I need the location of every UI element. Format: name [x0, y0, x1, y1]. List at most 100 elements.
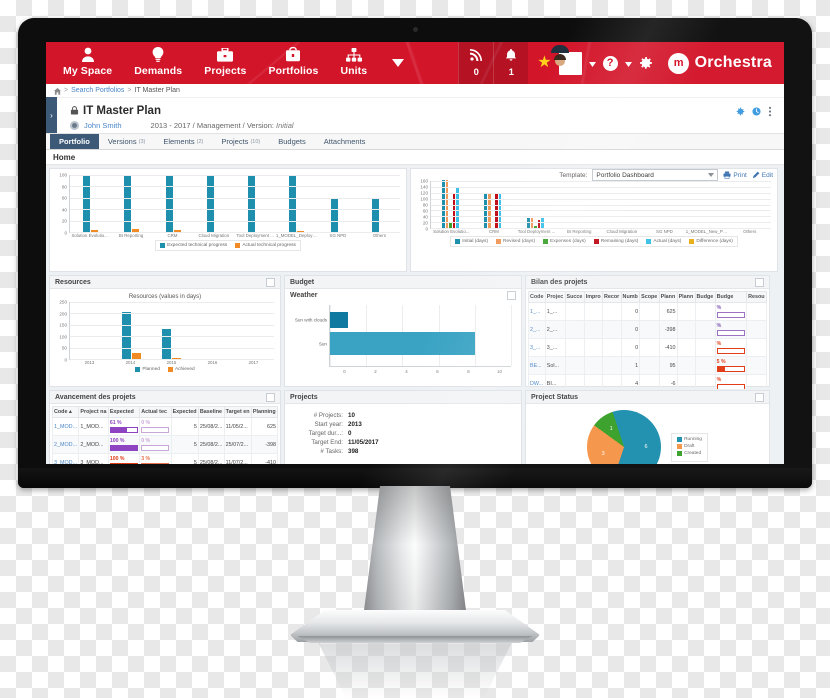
- column-header[interactable]: Plann: [676, 291, 696, 303]
- edit-button[interactable]: Edit: [752, 171, 773, 179]
- column-header[interactable]: Budge: [694, 291, 716, 303]
- column-header[interactable]: Code ▴: [51, 406, 80, 418]
- column-header[interactable]: Resou: [746, 291, 767, 303]
- alerts-counter[interactable]: 1: [493, 42, 529, 84]
- more-vert-icon[interactable]: [768, 106, 772, 117]
- sidebar-toggle[interactable]: ›: [46, 97, 57, 133]
- panel-title: Project Status: [531, 393, 579, 401]
- nav-item-demands[interactable]: Demands: [123, 42, 193, 77]
- column-header[interactable]: Expected: [107, 406, 141, 418]
- cell-plann2: [676, 356, 696, 375]
- legend-item[interactable]: Expenses (days): [543, 239, 586, 244]
- column-header[interactable]: Project na: [78, 406, 109, 418]
- minimize-icon[interactable]: [266, 392, 275, 402]
- tab-versions[interactable]: Versions (3): [99, 134, 155, 149]
- column-header[interactable]: Target en: [223, 406, 252, 418]
- legend-item[interactable]: Expected technical progress: [160, 243, 227, 248]
- help-menu-caret-icon[interactable]: [624, 54, 632, 72]
- legend-item[interactable]: Created: [677, 450, 702, 456]
- brand-logo[interactable]: m Orchestra: [662, 42, 784, 84]
- panel-header-status: Project Status: [526, 391, 769, 404]
- gear-icon[interactable]: [736, 107, 745, 116]
- print-button[interactable]: Print: [723, 171, 747, 179]
- table-row[interactable]: DW... BI... 4 -6%: [528, 374, 767, 389]
- cell-text[interactable]: 2_...: [530, 327, 541, 333]
- feed-counter[interactable]: 0: [458, 42, 494, 84]
- table-row[interactable]: BE... Sol... 1 95 5 %: [528, 356, 767, 375]
- table-row[interactable]: 2_MOD... 2_MOD... 100 % 0 % 5 25/08/2... 25/07…: [51, 435, 279, 454]
- legend-item[interactable]: Achieved: [167, 367, 195, 372]
- legend-item[interactable]: Revised (days): [496, 239, 535, 244]
- table-row[interactable]: 2_... 2_... 0 -398%: [528, 320, 767, 339]
- minimize-icon[interactable]: [755, 392, 764, 402]
- cell-text[interactable]: 1_...: [530, 309, 541, 315]
- favorite-star-icon[interactable]: ★: [537, 55, 551, 71]
- table-row[interactable]: 3_... 3_... 0 -410%: [528, 338, 767, 357]
- column-header[interactable]: Projec: [544, 291, 566, 303]
- legend-item[interactable]: Planned: [135, 367, 160, 372]
- column-header[interactable]: Code: [528, 291, 546, 303]
- legend-item[interactable]: Actual technical progress: [235, 243, 296, 248]
- y-tick-label: 120: [420, 190, 428, 196]
- nav-more-caret[interactable]: [378, 42, 414, 84]
- tab-budgets[interactable]: Budgets: [269, 134, 315, 149]
- legend-item[interactable]: Initial (days): [455, 239, 488, 244]
- tab-projects[interactable]: Projects (10): [212, 134, 269, 149]
- column-header[interactable]: Baseline: [197, 406, 225, 418]
- legend-item[interactable]: Running: [677, 436, 702, 442]
- plot-area: [329, 305, 512, 367]
- cell-text[interactable]: DW...: [530, 381, 543, 387]
- title-row: IT Master Plan: [70, 102, 784, 120]
- nav-item-projects[interactable]: Projects: [193, 42, 257, 77]
- column-header[interactable]: Budge: [714, 291, 748, 303]
- breadcrumb-item-current: IT Master Plan: [134, 87, 180, 94]
- owner-name[interactable]: John Smith: [84, 121, 122, 130]
- column-header[interactable]: Actual tec: [139, 406, 172, 418]
- template-select[interactable]: Portfolio Dashboard: [592, 169, 719, 181]
- tab-elements[interactable]: Elements (2): [154, 134, 212, 149]
- expected-progress-fill: [110, 428, 127, 432]
- table-row[interactable]: 1_MOD... 1_MOD... 61 % 0 % 5 25/08/2... 11/05/…: [51, 417, 279, 436]
- y-tick-label: 100: [59, 172, 67, 178]
- legend-item[interactable]: Remaining (days): [593, 239, 638, 244]
- minimize-icon[interactable]: [507, 291, 516, 300]
- help-icon[interactable]: ?: [602, 55, 618, 71]
- bar-group: [276, 175, 317, 232]
- column-header[interactable]: Scope: [639, 291, 660, 303]
- table-row[interactable]: 1_... 1_... 0 625%: [528, 302, 767, 321]
- avatar[interactable]: [550, 44, 582, 75]
- row-link[interactable]: 3_MOD...: [54, 460, 77, 465]
- column-header[interactable]: Recor: [601, 291, 622, 303]
- breadcrumb-item-search-portfolios[interactable]: Search Portfolios: [71, 87, 124, 94]
- legend-item[interactable]: Difference (days): [689, 239, 733, 244]
- tab-portfolio[interactable]: Portfolio: [50, 134, 99, 149]
- legend-item[interactable]: Actual (days): [646, 239, 681, 244]
- table-row[interactable]: 3_MOD... 3_MOD... 100 % 3 % 5 25/08/2... 11/07…: [51, 453, 279, 465]
- column-header[interactable]: Impro: [583, 291, 603, 303]
- user-menu-caret-icon[interactable]: [588, 54, 596, 72]
- app-top-bar: My Space Demands Projects Portfolios Uni…: [46, 42, 784, 84]
- column-header[interactable]: Planning: [250, 406, 279, 418]
- column-header[interactable]: Succe: [564, 291, 585, 303]
- nav-item-my-space[interactable]: My Space: [52, 42, 123, 77]
- column-header[interactable]: Plann: [658, 291, 678, 303]
- cell-text[interactable]: BE...: [530, 363, 542, 369]
- nav-item-units[interactable]: Units: [329, 42, 378, 77]
- tab-label: Versions: [107, 137, 137, 146]
- column-header[interactable]: Expected: [170, 406, 199, 418]
- gear-icon[interactable]: [639, 56, 653, 70]
- nav-item-portfolios[interactable]: Portfolios: [257, 42, 329, 77]
- info-key: Start year:: [314, 421, 343, 428]
- column-header[interactable]: Numb: [620, 291, 641, 303]
- row-link[interactable]: 1_MOD...: [54, 424, 77, 430]
- minimize-icon[interactable]: [755, 277, 764, 287]
- minimize-icon[interactable]: [266, 277, 275, 287]
- history-icon[interactable]: [752, 107, 761, 116]
- brand-mark-icon: m: [667, 52, 689, 74]
- y-tick-label: 100: [59, 334, 67, 340]
- legend-item[interactable]: Draft: [677, 443, 702, 449]
- cell-text[interactable]: 3_...: [530, 345, 541, 351]
- tab-attachments[interactable]: Attachments: [315, 134, 375, 149]
- x-tick-label: BI Reporting: [566, 229, 592, 234]
- row-link[interactable]: 2_MOD...: [54, 442, 77, 448]
